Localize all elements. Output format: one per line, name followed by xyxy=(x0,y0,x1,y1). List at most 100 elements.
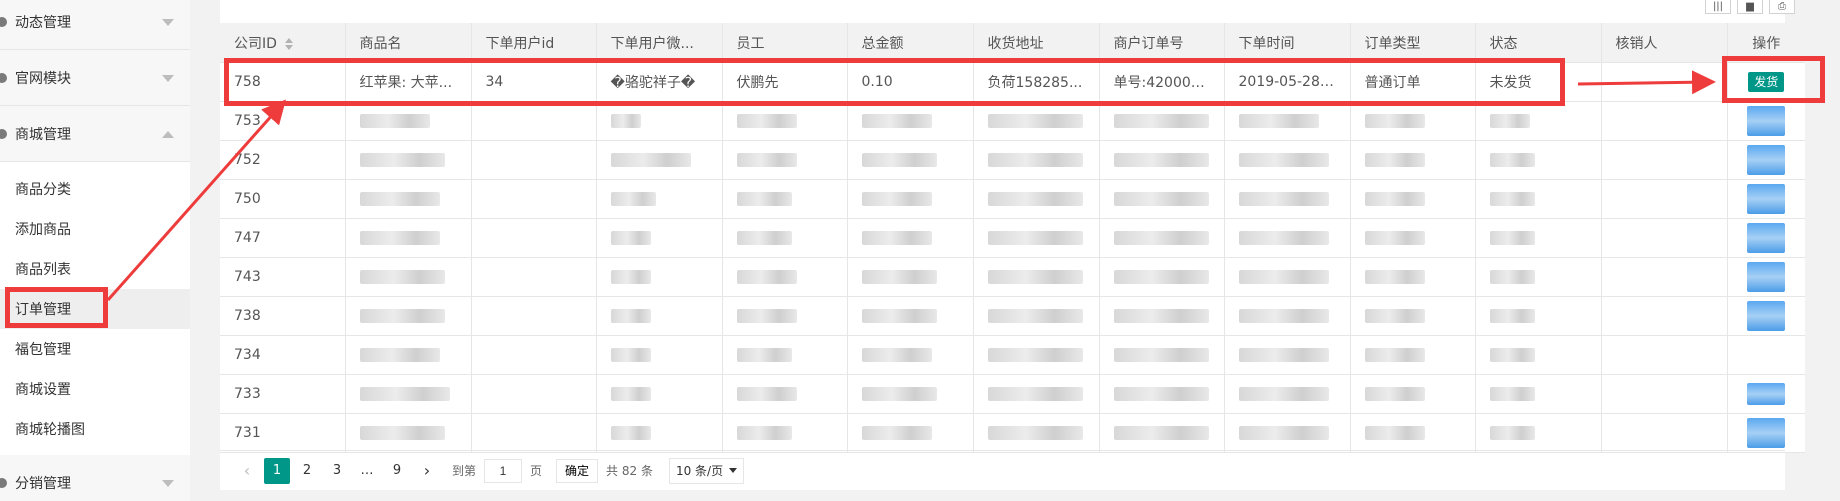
dot-icon xyxy=(0,16,7,27)
sidebar-section-label: 商城管理 xyxy=(15,126,71,143)
cell-product: 红苹果: 大苹... xyxy=(345,62,472,102)
cell-status: 未发货 xyxy=(1475,62,1602,102)
redacted-block xyxy=(610,387,651,401)
sidebar-item-add-product[interactable]: 添加商品 xyxy=(0,209,190,249)
header-merchant-order: 商户订单号 xyxy=(1099,23,1225,63)
table-row[interactable]: 750 xyxy=(220,179,1805,219)
next-page-button[interactable]: › xyxy=(414,458,440,484)
sidebar-section-distribution[interactable]: 分销管理 xyxy=(0,455,190,501)
cell-staff: 伏鹏先 xyxy=(722,62,848,102)
cell-action: 发货 xyxy=(1727,62,1805,102)
page-ellipsis: … xyxy=(360,463,374,478)
header-action: 操作 xyxy=(1727,23,1805,63)
sidebar-item-label: 商城设置 xyxy=(15,382,71,398)
redacted-block xyxy=(1238,309,1329,323)
redacted-block xyxy=(1113,426,1209,440)
sidebar-item-label: 添加商品 xyxy=(15,222,71,238)
sidebar-section-mall[interactable]: 商城管理 xyxy=(0,106,190,162)
table-row[interactable]: 733 xyxy=(220,374,1805,414)
ship-button[interactable]: 发货 xyxy=(1748,72,1785,92)
table-header-row: 公司ID 商品名 下单用户id 下单用户微... 员工 总金额 收货地址 商户订… xyxy=(220,23,1805,63)
sidebar-section-label: 动态管理 xyxy=(15,14,71,31)
confirm-button[interactable]: 确定 xyxy=(556,458,599,483)
prev-page-button[interactable]: ‹ xyxy=(234,458,260,484)
redacted-block xyxy=(1113,270,1209,284)
table-row[interactable]: 752 xyxy=(220,140,1805,180)
table-row[interactable]: 758 红苹果: 大苹... 34 �骆驼祥子� 伏鹏先 0.10 负荷1582… xyxy=(220,62,1805,102)
sidebar-item-label: 福包管理 xyxy=(15,342,71,358)
sidebar-section-dynamic[interactable]: 动态管理 xyxy=(0,0,190,50)
redacted-block xyxy=(736,231,792,245)
table-row[interactable]: 734 xyxy=(220,335,1805,375)
dot-icon xyxy=(0,72,7,83)
sidebar-item-product-list[interactable]: 商品列表 xyxy=(0,249,190,289)
sidebar-section-label: 分销管理 xyxy=(15,475,71,492)
redacted-block xyxy=(1113,114,1209,128)
header-address: 收货地址 xyxy=(973,23,1100,63)
sidebar-item-label: 商品列表 xyxy=(15,262,71,278)
sort-icon[interactable] xyxy=(284,37,293,50)
sidebar-item-mall-settings[interactable]: 商城设置 xyxy=(0,369,190,409)
goto-label: 到第 xyxy=(452,464,477,478)
columns-icon[interactable]: ||| xyxy=(1705,0,1731,14)
header-company-id[interactable]: 公司ID xyxy=(220,23,346,63)
page-2-button[interactable]: 2 xyxy=(294,458,320,484)
redacted-block xyxy=(1747,223,1786,253)
print-icon[interactable]: ⎙ xyxy=(1769,0,1795,14)
sidebar-item-label: 商城轮播图 xyxy=(15,422,85,438)
page-9-button[interactable]: 9 xyxy=(384,458,410,484)
redacted-block xyxy=(736,348,792,362)
redacted-block xyxy=(1364,153,1425,167)
table-row[interactable]: 747 xyxy=(220,218,1805,258)
table-row[interactable]: 753 xyxy=(220,101,1805,141)
redacted-block xyxy=(1747,301,1786,331)
cell-order-type: 普通订单 xyxy=(1350,62,1476,102)
redacted-block xyxy=(987,309,1083,323)
redacted-block xyxy=(861,192,932,206)
sidebar-item-label: 订单管理 xyxy=(15,302,71,318)
redacted-block xyxy=(987,114,1083,128)
redacted-block xyxy=(359,231,440,245)
page-size-select[interactable]: 10 条/页 xyxy=(668,457,745,484)
table-row[interactable]: 731 xyxy=(220,413,1805,453)
redacted-block xyxy=(1747,262,1786,292)
redacted-block xyxy=(736,270,797,284)
sidebar-item-lucky-bag[interactable]: 福包管理 xyxy=(0,329,190,369)
redacted-block xyxy=(1364,192,1425,206)
cell-id: 731 xyxy=(220,413,346,453)
redacted-block xyxy=(736,426,792,440)
redacted-block xyxy=(1238,270,1329,284)
redacted-block xyxy=(610,348,651,362)
page-3-button[interactable]: 3 xyxy=(324,458,350,484)
sidebar-item-orders[interactable]: 订单管理 xyxy=(0,289,190,329)
dot-icon xyxy=(0,477,7,488)
cell-order-time: 2019-05-28 ... xyxy=(1224,62,1351,102)
export-icon[interactable]: ▆ xyxy=(1737,0,1763,14)
redacted-block xyxy=(1747,106,1786,136)
sidebar-item-carousel[interactable]: 商城轮播图 xyxy=(0,409,190,449)
table-row[interactable]: 738 xyxy=(220,296,1805,336)
redacted-block xyxy=(1489,231,1535,245)
redacted-block xyxy=(1238,348,1329,362)
table-row[interactable]: 743 xyxy=(220,257,1805,297)
sidebar-item-category[interactable]: 商品分类 xyxy=(0,169,190,209)
goto-page-input[interactable] xyxy=(484,458,523,483)
redacted-block xyxy=(736,114,797,128)
redacted-block xyxy=(861,348,932,362)
redacted-block xyxy=(610,309,651,323)
redacted-block xyxy=(736,192,792,206)
header-order-type: 订单类型 xyxy=(1350,23,1476,63)
redacted-block xyxy=(1489,153,1535,167)
page-1-button[interactable]: 1 xyxy=(264,457,290,484)
redacted-block xyxy=(1113,153,1209,167)
cell-id: 733 xyxy=(220,374,346,414)
redacted-block xyxy=(1364,309,1425,323)
redacted-block xyxy=(1364,231,1425,245)
cell-id: 734 xyxy=(220,335,346,375)
redacted-block xyxy=(1489,270,1535,284)
header-user-wechat: 下单用户微... xyxy=(596,23,723,63)
total-count: 共 82 条 xyxy=(606,464,653,478)
cell-merchant-order: 单号:420000... xyxy=(1099,62,1225,102)
redacted-block xyxy=(1238,231,1329,245)
sidebar-section-website[interactable]: 官网模块 xyxy=(0,50,190,106)
